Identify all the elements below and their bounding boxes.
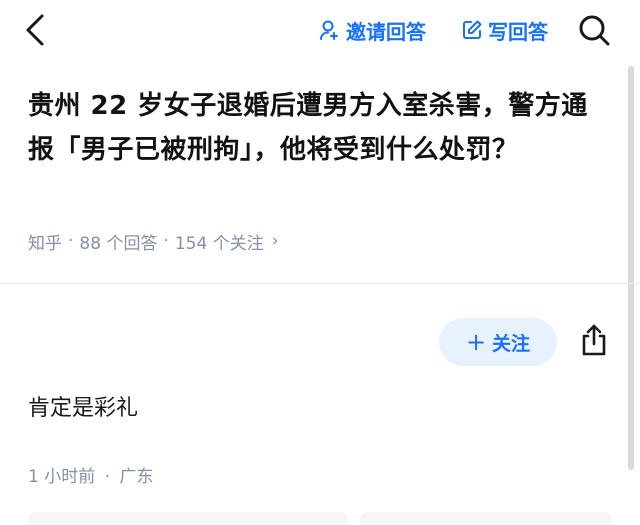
invite-answer-button[interactable]: 邀请回答 (318, 14, 426, 46)
follow-button[interactable]: + 关注 (439, 318, 557, 366)
section-divider (0, 283, 640, 284)
search-button[interactable] (574, 10, 614, 50)
bottom-action-left[interactable] (28, 512, 348, 525)
search-icon (579, 15, 610, 46)
question-meta[interactable]: 知乎 · 88 个回答 · 154 个关注 › (28, 226, 279, 256)
follow-label: 关注 (492, 332, 531, 355)
back-button[interactable] (14, 10, 54, 50)
invite-answer-label: 邀请回答 (346, 19, 426, 44)
answer-content[interactable]: 肯定是彩礼 (28, 390, 138, 422)
follower-count: 154 个关注 (174, 233, 264, 254)
question-title[interactable]: 贵州 22 岁女子退婚后遭男方入室杀害，警方通报「男子已被刑拘」，他将受到什么处… (28, 84, 612, 172)
scrollbar[interactable] (628, 66, 634, 470)
edit-icon (463, 20, 482, 39)
bottom-action-right[interactable] (360, 512, 612, 525)
answer-time: 1 小时前 (28, 467, 96, 487)
top-nav-bar: 邀请回答 写回答 (0, 0, 640, 60)
share-button[interactable] (574, 320, 614, 360)
meta-separator: · (68, 231, 74, 251)
write-answer-label: 写回答 (488, 19, 548, 44)
answer-meta: 1 小时前 · 广东 (28, 462, 153, 487)
write-answer-button[interactable]: 写回答 (460, 14, 548, 46)
meta-separator: · (163, 231, 169, 251)
source-label: 知乎 (28, 233, 62, 254)
answer-count: 88 个回答 (79, 233, 158, 254)
person-add-icon (320, 20, 338, 40)
share-icon (582, 324, 606, 356)
chevron-right-icon: › (271, 231, 279, 251)
plus-icon: + (465, 328, 487, 356)
answer-location: 广东 (119, 467, 154, 487)
chevron-left-icon (26, 14, 44, 46)
meta-separator: · (104, 467, 111, 487)
